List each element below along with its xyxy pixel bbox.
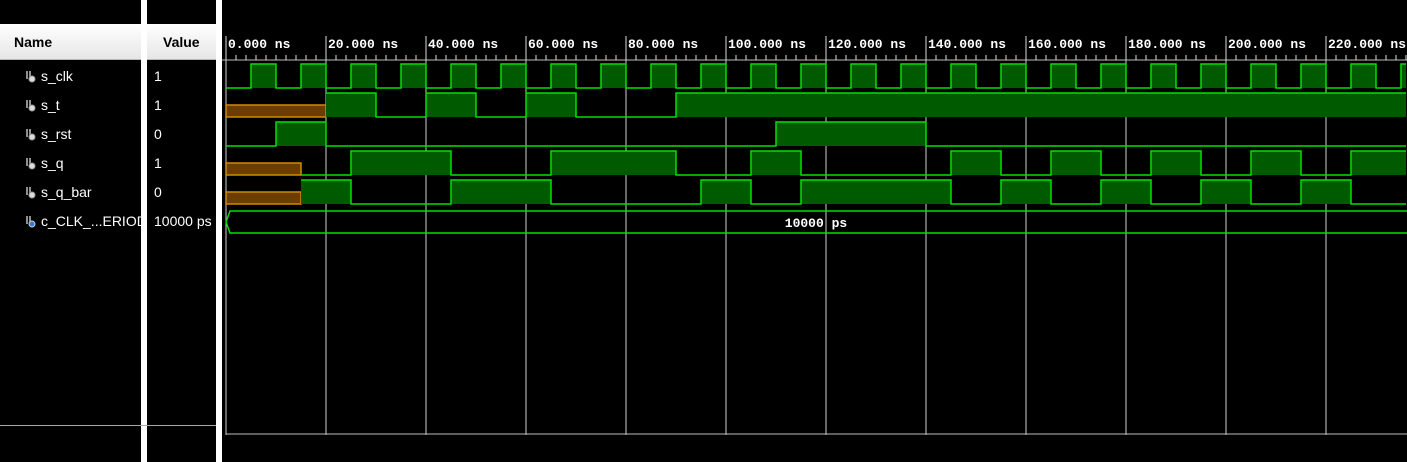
signal-value-2: 0 — [154, 126, 162, 142]
high-pulse — [1201, 64, 1226, 88]
high-pulse — [1051, 64, 1076, 88]
high-pulse — [951, 64, 976, 88]
value-column-header[interactable]: Value — [147, 24, 216, 60]
ruler-tick-label: 20.000 ns — [328, 37, 398, 52]
high-pulse — [551, 64, 576, 88]
high-pulse — [1301, 180, 1351, 204]
high-pulse — [276, 122, 326, 146]
logic-signal-icon — [24, 69, 38, 83]
constant-signal-icon — [24, 214, 38, 228]
high-pulse — [451, 180, 551, 204]
signal-value-3: 1 — [154, 155, 162, 171]
undefined-region — [225, 162, 302, 176]
high-pulse — [1101, 180, 1151, 204]
undefined-region — [225, 104, 327, 118]
ruler-tick-label: 100.000 ns — [728, 37, 806, 52]
high-pulse — [751, 151, 801, 175]
high-pulse — [551, 151, 676, 175]
high-pulse — [501, 64, 526, 88]
high-pulse — [1151, 64, 1176, 88]
logic-signal-icon — [24, 185, 38, 199]
signal-name-5[interactable]: c_CLK_...ERIOD — [24, 209, 147, 233]
signal-value-5: 10000 ps — [154, 213, 212, 229]
high-pulse — [326, 93, 376, 117]
signal-name-label: s_q_bar — [41, 184, 92, 200]
signal-name-4[interactable]: s_q_bar — [24, 180, 92, 204]
logic-signal-icon — [24, 98, 38, 112]
high-pulse — [1001, 180, 1051, 204]
high-pulse — [651, 64, 676, 88]
high-pulse — [801, 180, 951, 204]
high-pulse — [801, 64, 826, 88]
logic-signal-icon — [24, 156, 38, 170]
name-column-header[interactable]: Name — [0, 24, 141, 60]
signal-name-label: s_rst — [41, 126, 72, 142]
high-pulse — [451, 64, 476, 88]
high-pulse — [426, 93, 476, 117]
high-pulse — [526, 93, 576, 117]
high-pulse — [901, 64, 926, 88]
signal-value-1: 1 — [154, 97, 162, 113]
high-pulse — [701, 64, 726, 88]
high-pulse — [701, 180, 751, 204]
high-pulse — [401, 64, 426, 88]
ruler-tick-label: 0.000 ns — [228, 37, 291, 52]
high-pulse — [751, 64, 776, 88]
high-pulse — [1001, 64, 1026, 88]
signal-name-label: s_t — [41, 97, 60, 113]
high-pulse — [251, 64, 276, 88]
ruler-tick-label: 120.000 ns — [828, 37, 906, 52]
high-pulse — [1051, 151, 1101, 175]
high-pulse — [351, 151, 451, 175]
ruler-tick-label: 140.000 ns — [928, 37, 1006, 52]
high-pulse — [351, 64, 376, 88]
signal-name-0[interactable]: s_clk — [24, 64, 73, 88]
high-pulse — [676, 93, 1406, 117]
high-pulse — [776, 122, 926, 146]
signal-name-label: s_q — [41, 155, 64, 171]
list-bottom-divider — [0, 425, 216, 426]
ruler-tick-label: 160.000 ns — [1028, 37, 1106, 52]
ruler-tick-label: 180.000 ns — [1128, 37, 1206, 52]
high-pulse — [1301, 64, 1326, 88]
high-pulse — [1351, 64, 1376, 88]
ruler-tick-label: 60.000 ns — [528, 37, 598, 52]
high-pulse — [301, 180, 351, 204]
high-pulse — [1201, 180, 1251, 204]
high-pulse — [1251, 151, 1301, 175]
waveform-canvas[interactable]: 0.000 ns 20.000 ns 40.000 ns 60.000 ns 80.00… — [222, 0, 1407, 462]
ruler-tick-label: 40.000 ns — [428, 37, 498, 52]
high-pulse — [1251, 64, 1276, 88]
high-pulse — [1101, 64, 1126, 88]
signal-name-2[interactable]: s_rst — [24, 122, 71, 146]
signal-name-1[interactable]: s_t — [24, 93, 60, 117]
undefined-region — [225, 191, 302, 205]
signal-name-label: s_clk — [41, 68, 73, 84]
signal-name-3[interactable]: s_q — [24, 151, 64, 175]
high-pulse — [1351, 151, 1406, 175]
bus-value-label: 10000 ps — [785, 216, 848, 231]
high-pulse — [1151, 151, 1201, 175]
logic-signal-icon — [24, 127, 38, 141]
ruler-tick-label: 220.000 ns — [1328, 37, 1406, 52]
signal-name-label: c_CLK_...ERIOD — [41, 213, 147, 229]
high-pulse — [601, 64, 626, 88]
ruler-tick-label: 80.000 ns — [628, 37, 698, 52]
high-pulse — [851, 64, 876, 88]
signal-value-0: 1 — [154, 68, 162, 84]
high-pulse — [951, 151, 1001, 175]
ruler-tick-label: 200.000 ns — [1228, 37, 1306, 52]
high-pulse — [301, 64, 326, 88]
signal-value-4: 0 — [154, 184, 162, 200]
